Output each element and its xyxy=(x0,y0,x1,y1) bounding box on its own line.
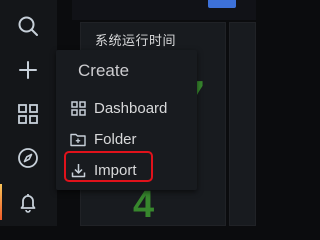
folder-plus-icon xyxy=(70,131,86,147)
plus-icon[interactable] xyxy=(16,58,40,82)
menu-item-folder[interactable]: Folder xyxy=(58,125,194,153)
stat-value: 4 xyxy=(133,184,155,226)
dashboards-icon[interactable] xyxy=(16,102,40,126)
create-menu-header[interactable]: Create xyxy=(78,61,129,81)
toolbar-button[interactable] xyxy=(208,0,236,8)
apps-icon xyxy=(70,100,86,116)
stat-panel-right[interactable] xyxy=(229,22,256,226)
menu-item-dashboard[interactable]: Dashboard xyxy=(58,94,194,122)
panel-title: 系统运行时间 xyxy=(95,34,177,49)
import-highlight-box xyxy=(64,151,153,182)
compass-icon[interactable] xyxy=(16,146,40,170)
menu-item-label: Folder xyxy=(94,130,137,148)
top-toolbar xyxy=(72,0,256,20)
bell-icon[interactable] xyxy=(16,190,40,214)
search-icon[interactable] xyxy=(16,14,40,38)
sidebar xyxy=(0,0,57,226)
active-indicator xyxy=(0,184,2,220)
menu-item-label: Dashboard xyxy=(94,99,168,117)
